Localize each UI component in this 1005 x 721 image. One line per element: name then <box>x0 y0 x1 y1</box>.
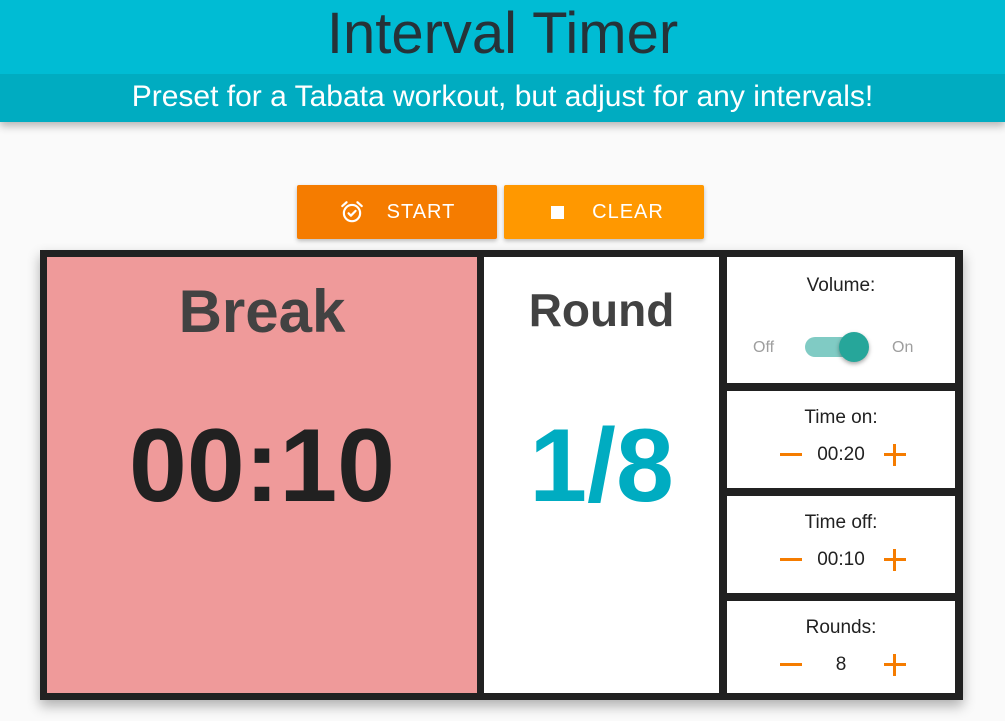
alarm-clock-icon <box>339 199 365 225</box>
rounds-label: Rounds: <box>805 617 877 638</box>
minus-icon <box>780 453 802 456</box>
volume-toggle-thumb[interactable] <box>839 332 869 362</box>
phase-panel: Break 00:10 <box>47 257 477 693</box>
time-on-stepper: 00:20 <box>727 439 955 471</box>
clear-button-label: CLEAR <box>592 200 664 223</box>
volume-control: Volume: Off On <box>727 257 955 383</box>
page-subtitle: Preset for a Tabata workout, but adjust … <box>0 74 1005 122</box>
start-button[interactable]: START <box>297 185 497 239</box>
volume-toggle[interactable] <box>803 332 873 362</box>
volume-off-label: Off <box>753 339 775 356</box>
rounds-stepper: 8 <box>727 649 955 681</box>
minus-icon <box>780 558 802 561</box>
time-on-increase-button[interactable] <box>879 439 911 471</box>
time-off-control: Time off: 00:10 <box>727 496 955 593</box>
time-on-value: 00:20 <box>817 444 865 465</box>
clear-button[interactable]: CLEAR <box>504 185 704 239</box>
round-label: Round <box>528 284 675 336</box>
time-off-value: 00:10 <box>817 549 865 570</box>
volume-on-label: On <box>892 339 914 356</box>
time-off-increase-button[interactable] <box>879 544 911 576</box>
rounds-control: Rounds: 8 <box>727 601 955 693</box>
page-title: Interval Timer <box>326 1 679 66</box>
timer-board: Break 00:10 Round 1/8 Volume: Off On Tim… <box>40 250 963 700</box>
rounds-increase-button[interactable] <box>879 649 911 681</box>
round-counter: 1/8 <box>529 408 674 524</box>
countdown-display: 00:10 <box>129 408 395 524</box>
time-on-control: Time on: 00:20 <box>727 391 955 488</box>
app-header: Interval Timer Preset for a Tabata worko… <box>0 0 1005 122</box>
stop-square-icon <box>544 199 570 225</box>
volume-switch-row: Off On <box>727 331 955 363</box>
round-panel: Round 1/8 <box>484 257 719 693</box>
time-off-stepper: 00:10 <box>727 544 955 576</box>
start-button-label: START <box>386 200 456 223</box>
minus-icon <box>780 663 802 666</box>
time-on-label: Time on: <box>804 407 878 428</box>
rounds-value: 8 <box>835 654 847 675</box>
time-off-label: Time off: <box>804 512 878 533</box>
volume-label: Volume: <box>806 275 876 296</box>
phase-label: Break <box>178 278 346 345</box>
